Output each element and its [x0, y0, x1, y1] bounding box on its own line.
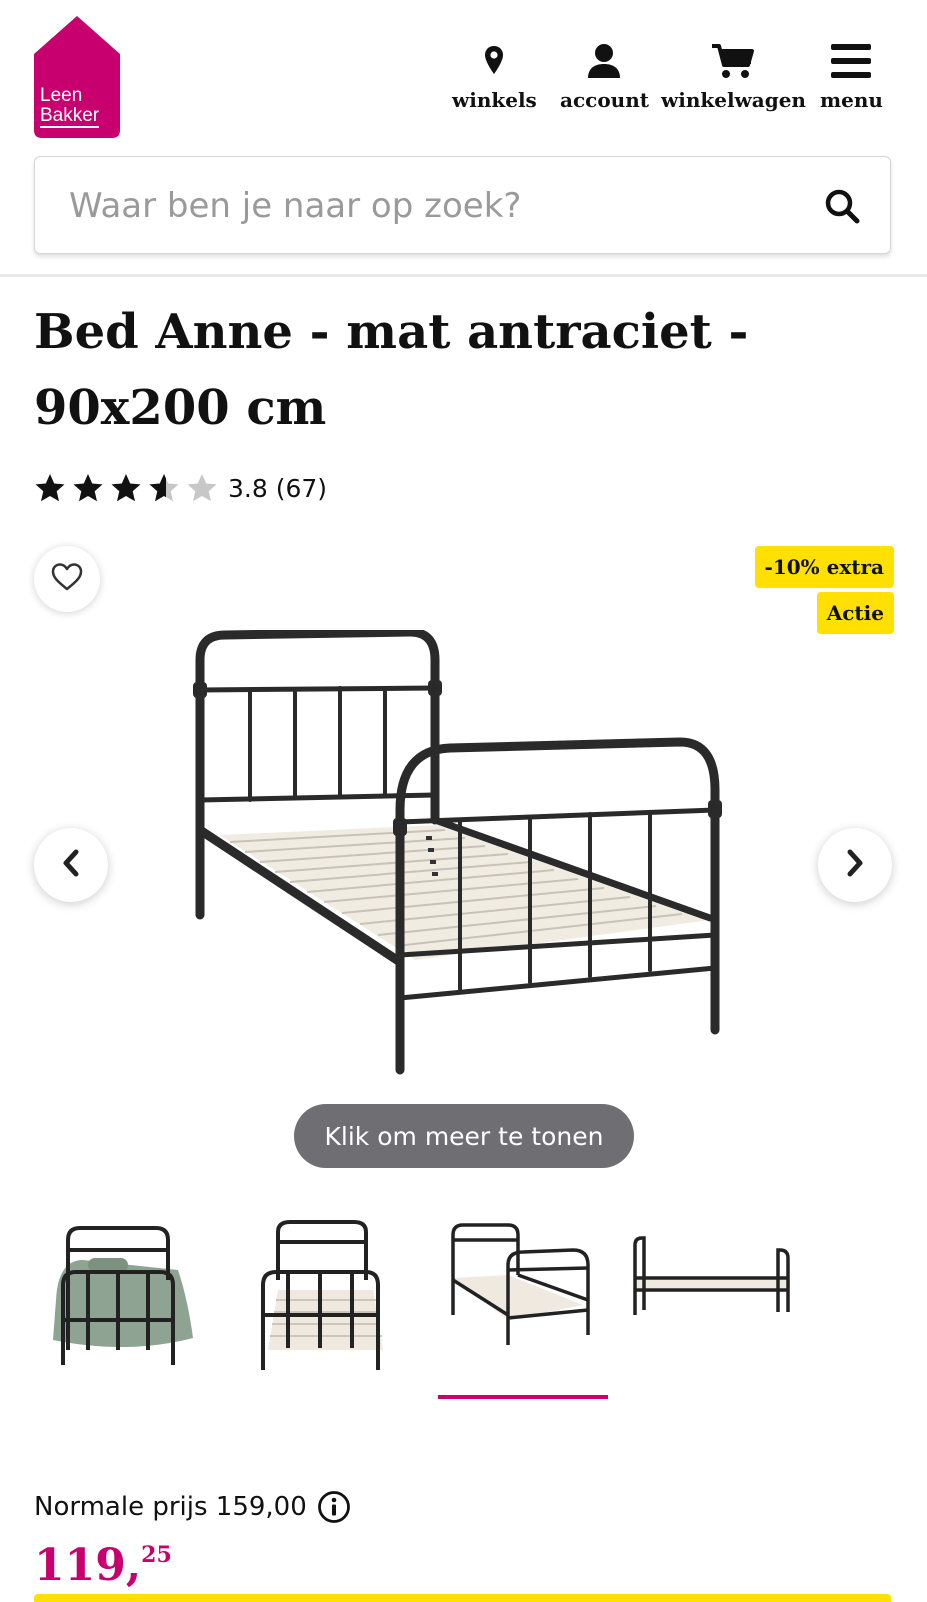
brand-logo-text-2: Bakker — [40, 105, 100, 128]
brand-logo-text-1: Leen — [40, 85, 83, 106]
show-more-button[interactable]: Klik om meer te tonen — [294, 1104, 634, 1168]
info-icon[interactable] — [317, 1490, 351, 1524]
product-rating[interactable]: 3.8 (67) — [34, 472, 327, 504]
product-title: Bed Anne - mat antraciet - 90x200 cm — [34, 304, 749, 436]
sale-price-euros: 119, — [34, 1540, 142, 1591]
nav-stores-label: winkels — [452, 88, 537, 112]
gallery-prev-button[interactable] — [34, 828, 108, 902]
chevron-left-icon — [61, 848, 81, 882]
gallery-thumbnails — [48, 1220, 868, 1404]
brand-logo[interactable]: Leen Bakker — [34, 16, 120, 138]
nav-menu-label: menu — [820, 88, 883, 112]
rating-stars — [34, 472, 220, 504]
thumbnail-active-indicator — [438, 1395, 608, 1399]
discount-badge: -10% extra — [754, 546, 894, 588]
rating-text: 3.8 (67) — [228, 473, 328, 503]
search-input[interactable] — [69, 181, 769, 231]
map-pin-icon — [484, 40, 504, 82]
search-icon[interactable] — [824, 188, 860, 228]
star-icon — [35, 474, 217, 502]
promo-badge: Actie — [816, 592, 894, 634]
user-icon — [587, 40, 621, 82]
product-main-image[interactable] — [190, 627, 750, 1100]
chevron-right-icon — [845, 848, 865, 882]
favorite-button[interactable] — [34, 546, 100, 612]
add-to-cart-button[interactable] — [34, 1594, 891, 1602]
nav-account-label: account — [560, 88, 649, 112]
gallery-next-button[interactable] — [818, 828, 892, 902]
nav-menu[interactable]: menu — [820, 40, 883, 112]
sale-price: 119,25 — [34, 1540, 172, 1591]
header-divider — [0, 274, 927, 277]
thumbnail-4[interactable] — [630, 1220, 798, 1380]
heart-icon — [51, 562, 83, 596]
nav-account[interactable]: account — [560, 40, 649, 112]
nav-cart-label: winkelwagen — [661, 88, 806, 112]
thumbnail-2[interactable] — [258, 1220, 426, 1380]
search-bar — [34, 156, 891, 254]
nav-stores[interactable]: winkels — [452, 40, 537, 112]
hamburger-icon — [831, 40, 872, 82]
sale-price-cents: 25 — [141, 1542, 172, 1568]
cart-icon — [712, 40, 755, 82]
normal-price: Normale prijs 159,00 — [34, 1490, 351, 1524]
thumbnail-3[interactable] — [448, 1220, 616, 1380]
thumbnail-1[interactable] — [48, 1220, 216, 1380]
normal-price-label: Normale prijs 159,00 — [34, 1492, 307, 1522]
nav-cart[interactable]: winkelwagen — [661, 40, 806, 112]
